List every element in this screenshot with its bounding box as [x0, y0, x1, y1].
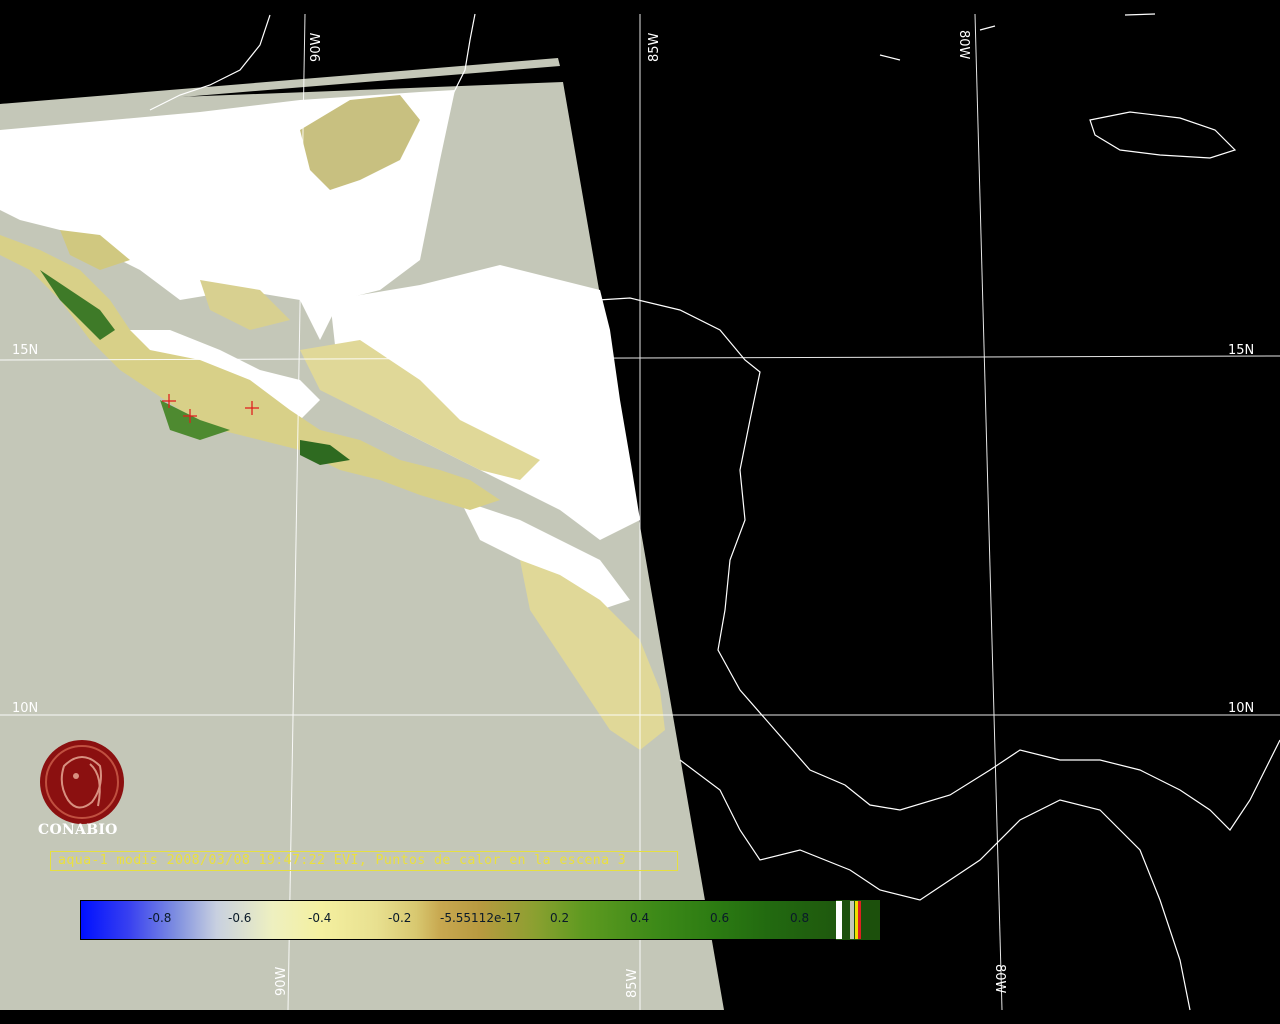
grid-label-80w-top: 80W: [956, 30, 971, 60]
colorbar-tick-label: 0.2: [550, 911, 570, 925]
grid-label-10n-right: 10N: [1228, 701, 1254, 716]
grid-label-80w-bottom: 80W: [992, 964, 1007, 994]
colorbar-tick-label: 0.8: [790, 911, 810, 925]
colorbar-tick-label: -0.4: [308, 911, 332, 925]
colorbar-special-classes: [836, 900, 880, 940]
grid-label-85w-top: 85W: [647, 32, 662, 62]
grid-label-90w-bottom: 90W: [274, 966, 289, 996]
colorbar-tick-label: -0.2: [388, 911, 412, 925]
colorbar-tick-label: 0.4: [630, 911, 650, 925]
colorbar-tick-label: -0.8: [148, 911, 172, 925]
colorbar-tick-label: -5.55112e-17: [440, 911, 521, 925]
grid-label-85w-bottom: 85W: [625, 968, 640, 998]
scene-caption: aqua-1 modis 2008/03/08 19:47:22 EVI, Pu…: [58, 853, 627, 868]
grid-label-90w-top: 90W: [309, 32, 324, 62]
colorbar-tick-label: -0.6: [228, 911, 252, 925]
conabio-logo-text: CONABIO: [38, 822, 118, 838]
colorbar-tick-label: 0.6: [710, 911, 730, 925]
grid-label-10n-left: 10N: [12, 701, 38, 716]
grid-label-15n-right: 15N: [1228, 343, 1254, 358]
map-view: 90W 85W 80W 90W 85W 80W 15N 15N 10N 10N …: [0, 0, 1280, 1024]
grid-label-15n-left: 15N: [12, 343, 38, 358]
